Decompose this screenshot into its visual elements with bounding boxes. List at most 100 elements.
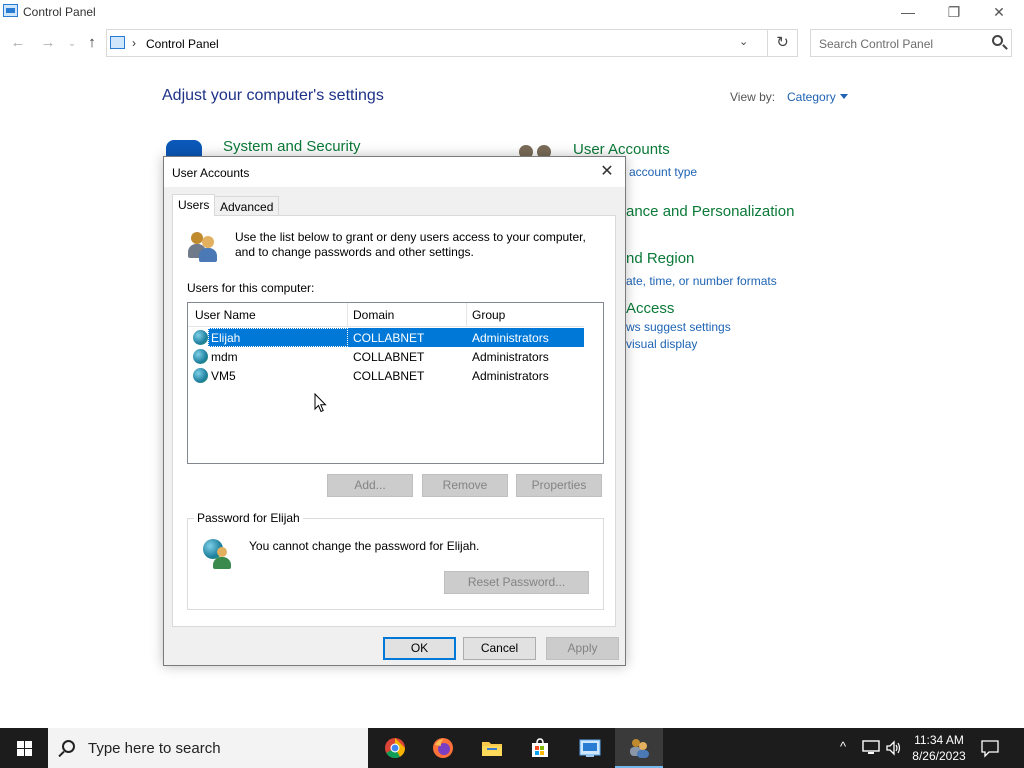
user-accounts-dialog: User Accounts ✕ Users Advanced Use the l… — [163, 156, 626, 666]
folder-icon — [482, 742, 502, 756]
column-header-user-name[interactable]: User Name — [195, 308, 256, 322]
store-bag-icon — [532, 738, 548, 757]
chrome-icon[interactable] — [371, 728, 419, 768]
view-by-value: Category — [787, 90, 836, 104]
cell-domain: COLLABNET — [353, 369, 425, 383]
ok-button[interactable]: OK — [383, 637, 456, 660]
users-icon — [187, 230, 219, 262]
users-tab-panel: Use the list below to grant or deny user… — [172, 215, 616, 627]
view-by-label: View by: — [730, 90, 776, 104]
cancel-button[interactable]: Cancel — [463, 637, 536, 660]
link-date-time-formats[interactable]: ate, time, or number formats — [626, 274, 777, 288]
column-divider[interactable] — [466, 303, 467, 327]
table-row[interactable]: VM5 COLLABNET Administrators — [192, 366, 585, 385]
firefox-icon[interactable] — [419, 728, 467, 768]
control-panel-taskbar-icon[interactable] — [566, 728, 614, 768]
store-icon[interactable] — [516, 728, 564, 768]
view-by-dropdown[interactable]: Category — [787, 90, 848, 104]
search-icon — [62, 740, 75, 753]
column-header-group[interactable]: Group — [472, 308, 505, 322]
search-placeholder: Search Control Panel — [819, 37, 934, 51]
caret-down-icon — [839, 94, 848, 99]
window-title: Control Panel — [23, 5, 96, 19]
user-globe-icon — [203, 539, 233, 569]
start-button[interactable] — [0, 728, 48, 768]
breadcrumb-separator: › — [132, 36, 136, 50]
dialog-title-bar: User Accounts ✕ — [164, 157, 625, 187]
taskbar-search-placeholder: Type here to search — [88, 740, 221, 757]
table-row[interactable]: Elijah COLLABNET Administrators — [192, 328, 585, 347]
remove-user-button[interactable]: Remove — [422, 474, 508, 497]
cell-user-name: Elijah — [211, 331, 241, 345]
password-group: Password for Elijah You cannot change th… — [187, 511, 604, 610]
list-scroll-area[interactable] — [584, 303, 603, 463]
address-bar[interactable]: › Control Panel ⌄ ↻ — [106, 29, 798, 57]
minimize-button[interactable]: — — [885, 0, 931, 24]
system-clock[interactable]: 11:34 AM 8/26/2023 — [906, 732, 972, 764]
column-divider[interactable] — [347, 303, 348, 327]
category-appearance[interactable]: ance and Personalization — [626, 203, 794, 220]
restore-button[interactable]: ❐ — [931, 0, 977, 24]
tab-users[interactable]: Users — [172, 194, 216, 216]
category-system-security[interactable]: System and Security — [223, 138, 361, 155]
dialog-close-icon[interactable]: ✕ — [595, 162, 619, 182]
clock-date: 8/26/2023 — [912, 749, 966, 763]
properties-button[interactable]: Properties — [516, 474, 602, 497]
user-icon — [193, 330, 208, 345]
search-icon — [992, 35, 1003, 46]
title-bar: Control Panel — ❐ ✕ — [0, 0, 1024, 24]
user-icon — [193, 368, 208, 383]
user-accounts-icon — [630, 739, 649, 758]
navigation-bar: ← → ⌄ ↑ › Control Panel ⌄ ↻ Search Contr… — [0, 28, 1024, 58]
cell-user-name: VM5 — [211, 369, 236, 383]
user-icon — [193, 349, 208, 364]
link-change-account-type[interactable]: e account type — [619, 165, 697, 179]
cell-group: Administrators — [472, 350, 549, 364]
add-user-button[interactable]: Add... — [327, 474, 413, 497]
tab-advanced[interactable]: Advanced — [214, 196, 280, 216]
category-clock-region[interactable]: nd Region — [626, 250, 694, 267]
cell-domain: COLLABNET — [353, 331, 425, 345]
dialog-title: User Accounts — [172, 166, 250, 180]
reset-password-button[interactable]: Reset Password... — [444, 571, 589, 594]
column-header-domain[interactable]: Domain — [353, 308, 394, 322]
category-ease-of-access[interactable]: Access — [626, 300, 674, 317]
file-explorer-icon[interactable] — [468, 728, 516, 768]
breadcrumb-control-panel[interactable]: Control Panel — [146, 37, 219, 51]
cell-user-name: mdm — [211, 350, 238, 364]
recent-locations-icon[interactable]: ⌄ — [62, 34, 82, 52]
back-arrow-icon[interactable]: ← — [8, 34, 28, 52]
control-panel-icon — [110, 36, 125, 49]
table-row[interactable]: mdm COLLABNET Administrators — [192, 347, 585, 366]
users-list[interactable]: User Name Domain Group Elijah COLLABNET … — [187, 302, 604, 464]
control-panel-icon — [579, 739, 601, 757]
intro-text: Use the list below to grant or deny user… — [235, 230, 586, 259]
clock-time: 11:34 AM — [914, 733, 964, 747]
chevron-down-icon[interactable]: ⌄ — [739, 35, 748, 48]
users-list-label: Users for this computer: — [187, 281, 315, 295]
up-arrow-icon[interactable]: ↑ — [82, 34, 102, 52]
password-group-label: Password for Elijah — [194, 511, 303, 525]
chrome-logo-icon — [385, 738, 406, 759]
windows-logo-icon — [17, 741, 24, 748]
volume-icon[interactable] — [886, 740, 902, 756]
search-input[interactable]: Search Control Panel — [810, 29, 1012, 57]
notifications-icon[interactable] — [980, 738, 1000, 758]
cell-group: Administrators — [472, 331, 549, 345]
forward-arrow-icon[interactable]: → — [38, 34, 58, 52]
link-windows-suggest-settings[interactable]: ws suggest settings — [626, 320, 731, 334]
mouse-pointer-icon — [314, 393, 327, 413]
link-optimize-visual-display[interactable]: visual display — [626, 337, 697, 351]
taskbar-search-box[interactable]: Type here to search — [48, 728, 368, 768]
apply-button[interactable]: Apply — [546, 637, 619, 660]
close-button[interactable]: ✕ — [976, 0, 1022, 24]
user-accounts-taskbar-icon[interactable] — [615, 728, 663, 768]
firefox-logo-icon — [433, 738, 453, 758]
page-title: Adjust your computer's settings — [162, 87, 384, 104]
network-icon[interactable] — [862, 740, 880, 756]
list-header: User Name Domain Group — [188, 303, 585, 327]
cell-group: Administrators — [472, 369, 549, 383]
control-panel-icon — [3, 4, 18, 17]
tray-chevron-icon[interactable]: ^ — [840, 739, 846, 754]
refresh-icon[interactable]: ↻ — [767, 30, 797, 56]
